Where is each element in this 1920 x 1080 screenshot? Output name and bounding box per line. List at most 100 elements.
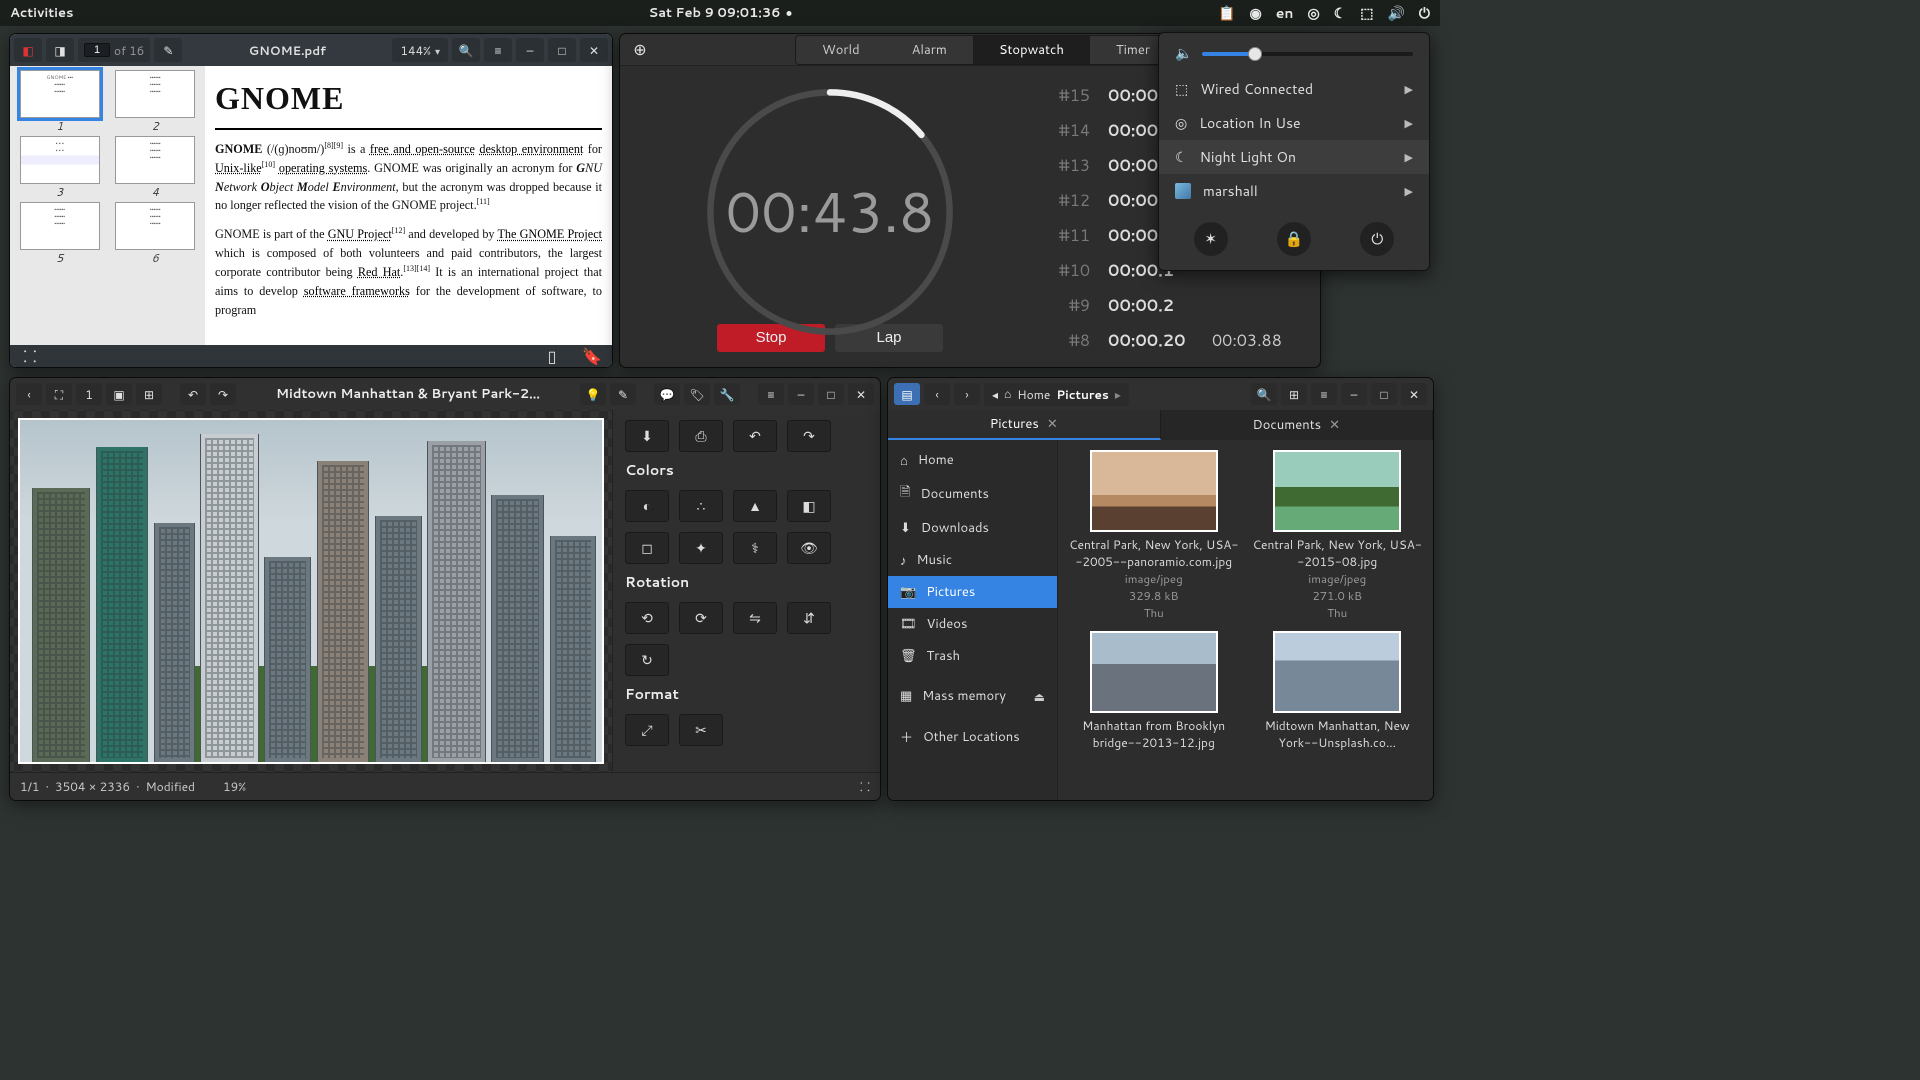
rotate-right-button[interactable]: ⟳ <box>679 602 723 634</box>
bookmark-button[interactable]: 🔖 <box>580 347 604 365</box>
redo2-button[interactable]: ↷ <box>787 420 831 452</box>
thumbnail[interactable]: ▪ ▪ ▪▪ ▪ ▪3 <box>14 136 106 200</box>
curves-button[interactable]: ▲ <box>733 490 777 522</box>
file-item[interactable]: Manhattan from Brooklyn bridge--2013-12.… <box>1068 631 1240 751</box>
undo-button[interactable]: ↶ <box>180 383 206 405</box>
topbar-datetime[interactable]: Sat Feb 9 09:01:36 <box>649 4 781 22</box>
files-grid[interactable]: Central Park, New York, USA--2005--panor… <box>1058 440 1433 800</box>
sidebar-trash[interactable]: 🗑Trash <box>888 640 1057 672</box>
menu-wired[interactable]: ⬚ Wired Connected ▶ <box>1159 72 1429 106</box>
back-button[interactable]: ‹ <box>16 383 42 405</box>
tab-stopwatch[interactable]: Stopwatch <box>973 36 1090 64</box>
search-button[interactable]: 🔍 <box>1251 383 1277 405</box>
outline-button[interactable]: ▯ <box>540 347 564 365</box>
flip-h-button[interactable]: ⇋ <box>733 602 777 634</box>
thumbnail[interactable]: ▪▪▪▪▪▪▪▪▪▪▪▪▪▪▪▪▪▪6 <box>110 202 202 266</box>
save-button[interactable]: ⬇ <box>625 420 669 452</box>
file-item[interactable]: Central Park, New York, USA--2015-08.jpg… <box>1252 450 1424 621</box>
annotate-button[interactable]: ✎ <box>154 38 182 62</box>
location-icon[interactable]: ◎ <box>1307 5 1319 22</box>
network-icon[interactable]: ⬚ <box>1360 5 1373 22</box>
fullscreen-button[interactable]: ⛶ <box>46 383 72 405</box>
sidebar-pictures[interactable]: 📷Pictures <box>888 576 1057 608</box>
thumbnail[interactable]: ▪▪▪▪▪▪▪▪▪▪▪▪▪▪▪▪▪▪2 <box>110 70 202 134</box>
path-home[interactable]: Home <box>1017 386 1050 403</box>
fit-width-button[interactable]: ▣ <box>106 383 132 405</box>
maximize-button[interactable]: □ <box>1371 383 1397 405</box>
nightlight-icon[interactable]: ☾ <box>1334 5 1347 22</box>
contrast-button[interactable]: ◐ <box>625 490 669 522</box>
minimize-button[interactable]: – <box>516 38 544 62</box>
edit-button[interactable]: ✎ <box>610 383 636 405</box>
clipboard-icon[interactable]: 📋 <box>1218 5 1235 22</box>
close-icon[interactable]: ✕ <box>1329 416 1340 434</box>
page-input[interactable] <box>84 43 110 57</box>
grayscale-button[interactable]: ◧ <box>787 490 831 522</box>
comment-button[interactable]: 💬 <box>654 383 680 405</box>
thumbnail[interactable]: GNOME ▪▪▪▪▪▪▪▪▪▪▪▪▪▪▪1 <box>14 70 106 134</box>
close-button[interactable]: ✕ <box>580 38 608 62</box>
view-grid-button[interactable]: ⊞ <box>1281 383 1307 405</box>
zoom-selector[interactable]: 144% <box>392 38 448 62</box>
menu-location[interactable]: ◎ Location In Use ▶ <box>1159 106 1429 140</box>
straighten-button[interactable]: ↻ <box>625 644 669 676</box>
minimize-button[interactable]: – <box>1341 383 1367 405</box>
path-up-icon[interactable]: ◂ <box>992 386 998 403</box>
volume-slider[interactable] <box>1202 52 1413 56</box>
sidepane-toggle[interactable]: ◨ <box>46 38 74 62</box>
settings-button[interactable]: ✶ <box>1194 222 1228 256</box>
maximize-button[interactable]: □ <box>548 38 576 62</box>
tab-pictures[interactable]: Pictures✕ <box>888 410 1161 440</box>
menu-button[interactable]: ≡ <box>1311 383 1337 405</box>
crop-button[interactable]: ✂ <box>679 714 723 746</box>
redo-button[interactable]: ↷ <box>210 383 236 405</box>
grid-view-button[interactable]: ⸬ <box>18 347 42 365</box>
thumbnail[interactable]: ▪▪▪▪▪▪▪▪▪▪▪▪▪▪▪▪▪▪5 <box>14 202 106 266</box>
tab-alarm[interactable]: Alarm <box>886 36 973 64</box>
minimize-button[interactable]: – <box>788 383 814 405</box>
volume-icon[interactable]: 🔊 <box>1387 5 1404 22</box>
levels-button[interactable]: ∴ <box>679 490 723 522</box>
maximize-button[interactable]: □ <box>818 383 844 405</box>
thumbnails-toggle[interactable]: ⸬ <box>860 778 870 795</box>
search-button[interactable]: 🔍 <box>452 38 480 62</box>
power-icon[interactable]: ⏻ <box>1419 5 1430 22</box>
tab-documents[interactable]: Documents✕ <box>1161 410 1434 440</box>
document-page[interactable]: GNOME GNOME (/(ɡ)noʊm/)[8][9] is a free … <box>205 66 612 345</box>
rotate-left-button[interactable]: ⟲ <box>625 602 669 634</box>
keyboard-layout[interactable]: en <box>1276 3 1294 23</box>
page-selector[interactable]: of 16 <box>78 38 150 62</box>
invert-button[interactable]: ◻ <box>625 532 669 564</box>
sidebar-home[interactable]: ⌂Home <box>888 444 1057 476</box>
accessibility-icon[interactable]: ◉ <box>1250 5 1262 22</box>
eject-icon[interactable]: ⏏ <box>1034 688 1045 705</box>
nav-back-button[interactable]: ‹ <box>924 383 950 405</box>
redeye-button[interactable]: 👁 <box>787 532 831 564</box>
power-button[interactable]: ⏻ <box>1360 222 1394 256</box>
info-button[interactable]: 💡 <box>580 383 606 405</box>
tab-world[interactable]: World <box>796 36 886 64</box>
path-bar[interactable]: ◂ ⌂ Home Pictures ▸ <box>984 383 1129 406</box>
resize-button[interactable]: ⤢ <box>625 714 669 746</box>
thumbnail[interactable]: ▪▪▪▪▪▪▪▪▪▪▪▪▪▪▪▪▪▪4 <box>110 136 202 200</box>
fit-one-button[interactable]: 1 <box>76 383 102 405</box>
fit-zoom-button[interactable]: ⊞ <box>136 383 162 405</box>
image-viewport[interactable] <box>10 410 612 772</box>
activities-button[interactable]: Activities <box>10 4 74 22</box>
close-button[interactable]: ✕ <box>1401 383 1427 405</box>
path-pictures[interactable]: Pictures <box>1056 386 1108 403</box>
tag-button[interactable]: 🏷 <box>684 383 710 405</box>
wand-button[interactable]: ⚕ <box>733 532 777 564</box>
menu-button[interactable]: ≡ <box>484 38 512 62</box>
menu-nightlight[interactable]: ☾ Night Light On ▶ <box>1159 140 1429 174</box>
sidebar-music[interactable]: ♪Music <box>888 544 1057 576</box>
sidebar-downloads[interactable]: ⬇Downloads <box>888 512 1057 544</box>
file-item[interactable]: Central Park, New York, USA--2005--panor… <box>1068 450 1240 621</box>
close-icon[interactable]: ✕ <box>1047 415 1058 433</box>
lock-button[interactable]: 🔒 <box>1277 222 1311 256</box>
sidebar-other-locations[interactable]: ＋Other Locations <box>888 720 1057 753</box>
revert-button[interactable]: ↶ <box>733 420 777 452</box>
saveas-button[interactable]: ⎙ <box>679 420 723 452</box>
sidebar-mass-memory[interactable]: ▦Mass memory⏏ <box>888 680 1057 712</box>
close-button[interactable]: ✕ <box>848 383 874 405</box>
